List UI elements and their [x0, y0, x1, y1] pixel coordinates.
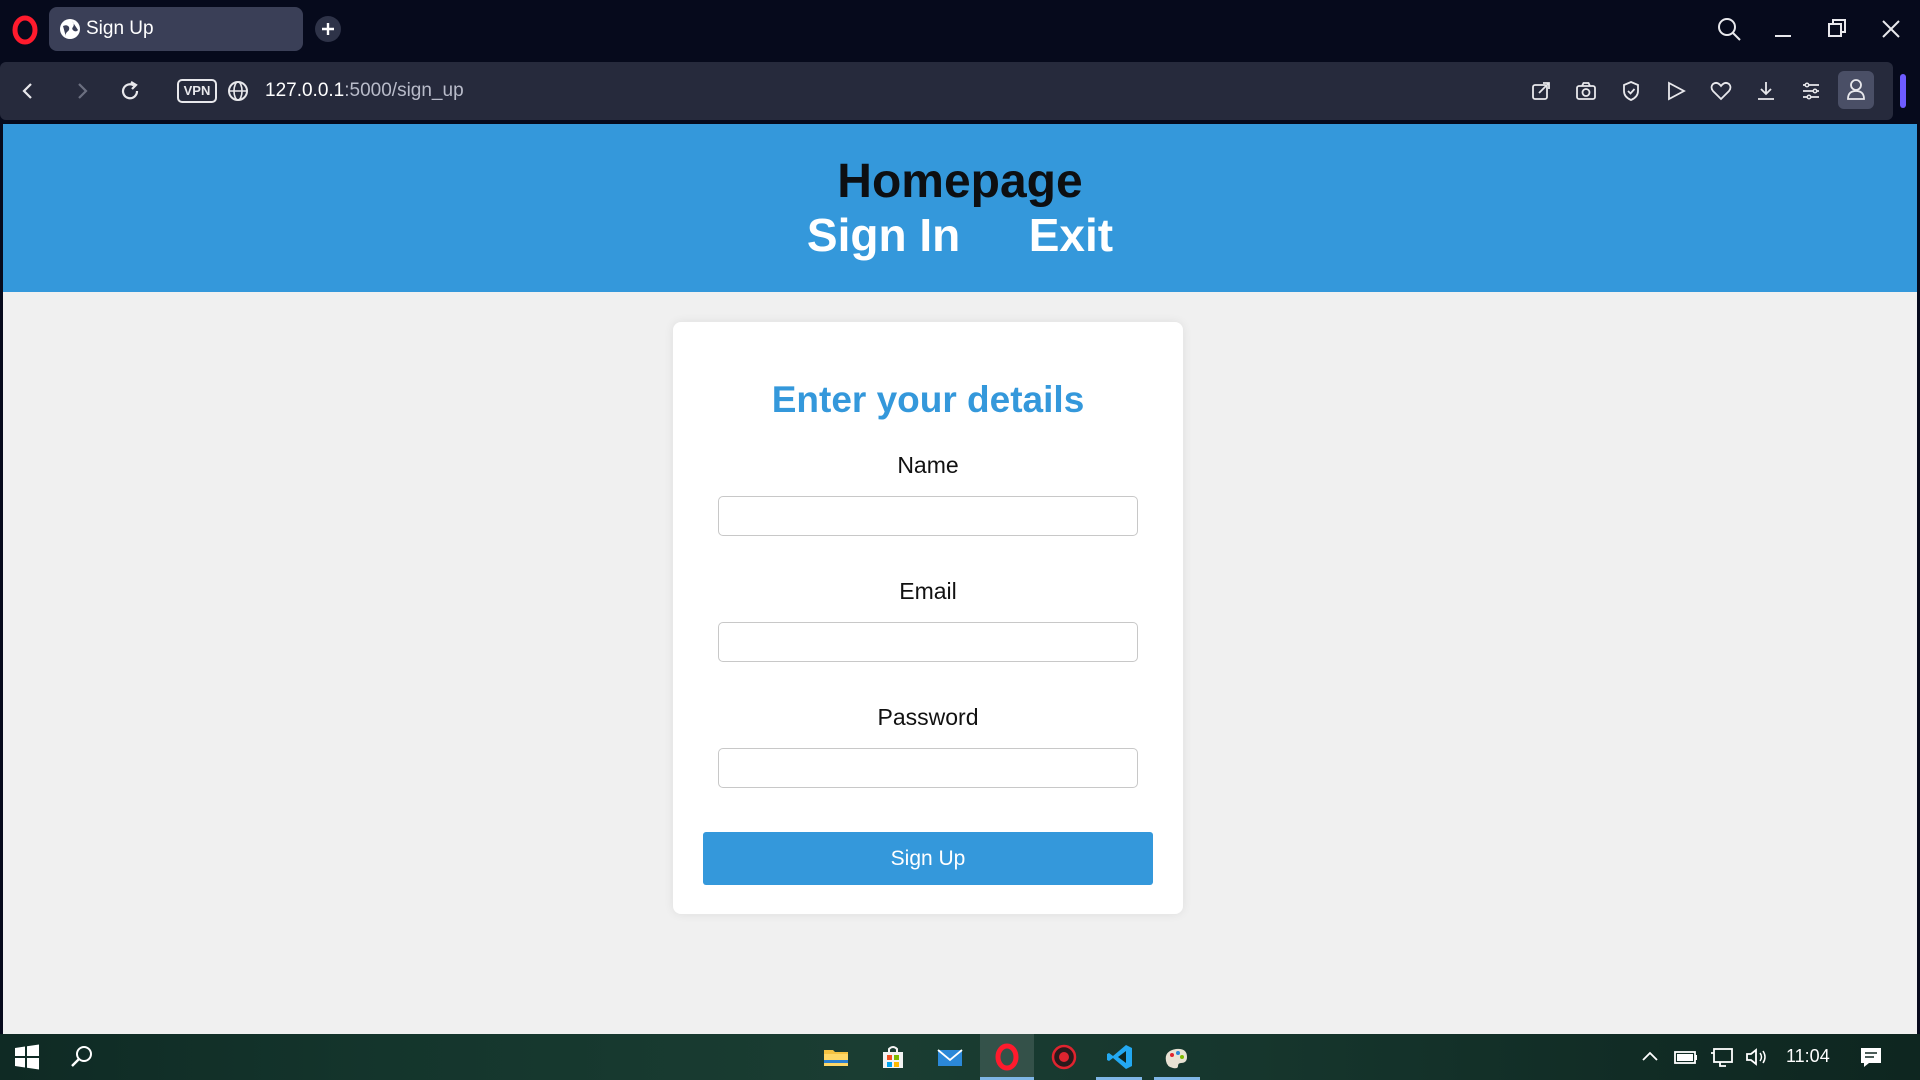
- browser-tab-strip: Sign Up: [0, 0, 1920, 60]
- globe-favicon-icon: [60, 19, 80, 39]
- email-label: Email: [899, 578, 957, 604]
- page-viewport: Homepage Sign In Exit Enter your details…: [3, 124, 1917, 1034]
- form-title: Enter your details: [771, 379, 1085, 420]
- search-icon[interactable]: [66, 1041, 98, 1073]
- forward-icon[interactable]: [69, 78, 95, 104]
- site-header: Homepage Sign In Exit: [3, 124, 1917, 292]
- mail-icon[interactable]: [934, 1041, 966, 1073]
- user-profile-icon: [1847, 79, 1865, 100]
- minimize-window-icon[interactable]: [1768, 14, 1798, 44]
- tab-title: Sign Up: [86, 18, 154, 39]
- name-input[interactable]: [718, 496, 1138, 536]
- opera-logo-icon[interactable]: [10, 15, 40, 45]
- microsoft-store-icon[interactable]: [877, 1041, 909, 1073]
- reload-icon[interactable]: [117, 78, 143, 104]
- site-info-globe-icon[interactable]: [225, 78, 251, 104]
- battery-icon[interactable]: [1670, 1041, 1702, 1073]
- file-explorer-icon[interactable]: [820, 1041, 852, 1073]
- vscode-icon[interactable]: [1104, 1041, 1136, 1073]
- address-bar: VPN 127.0.0.1:5000/sign_up: [0, 62, 1893, 120]
- url-path: :5000/sign_up: [344, 80, 464, 101]
- volume-icon[interactable]: [1741, 1041, 1773, 1073]
- page-title: Homepage: [837, 155, 1083, 208]
- profile-button[interactable]: [1838, 71, 1874, 109]
- close-window-icon[interactable]: [1876, 14, 1906, 44]
- network-icon[interactable]: [1706, 1041, 1738, 1073]
- nav-sign-in-link[interactable]: Sign In: [807, 208, 960, 262]
- taskbar-clock[interactable]: 11:04: [1786, 1046, 1830, 1067]
- signup-form-card: Enter your details Name Email Password S…: [673, 322, 1183, 914]
- site-nav: Sign In Exit: [3, 208, 1917, 262]
- flow-send-icon[interactable]: [1663, 78, 1689, 104]
- search-tabs-icon[interactable]: [1714, 14, 1744, 44]
- windows-start-icon[interactable]: [11, 1041, 43, 1073]
- vpn-badge[interactable]: VPN: [177, 79, 217, 103]
- ad-blocker-shield-icon[interactable]: [1618, 78, 1644, 104]
- nav-exit-link[interactable]: Exit: [1029, 208, 1113, 262]
- password-input[interactable]: [718, 748, 1138, 788]
- share-icon[interactable]: [1528, 78, 1554, 104]
- windows-taskbar: 11:04: [0, 1034, 1920, 1080]
- new-tab-button[interactable]: [315, 16, 341, 42]
- opera-icon[interactable]: [991, 1041, 1023, 1073]
- downloads-icon[interactable]: [1753, 78, 1779, 104]
- notifications-icon[interactable]: [1855, 1041, 1887, 1073]
- name-label: Name: [897, 452, 959, 478]
- paint-icon[interactable]: [1160, 1041, 1192, 1073]
- chevron-up-icon[interactable]: [1634, 1041, 1666, 1073]
- url-host: 127.0.0.1: [265, 80, 345, 101]
- email-input[interactable]: [718, 622, 1138, 662]
- restore-window-icon[interactable]: [1822, 14, 1852, 44]
- recorder-icon[interactable]: [1048, 1041, 1080, 1073]
- sign-up-button[interactable]: Sign Up: [703, 832, 1153, 885]
- sidebar-toggle[interactable]: [1900, 74, 1906, 108]
- password-label: Password: [877, 704, 979, 730]
- snapshot-camera-icon[interactable]: [1573, 78, 1599, 104]
- url-field[interactable]: 127.0.0.1:5000/sign_up: [265, 80, 464, 102]
- plus-icon: [322, 23, 334, 35]
- bookmarks-heart-icon[interactable]: [1708, 78, 1734, 104]
- tab-sign-up[interactable]: Sign Up: [49, 7, 303, 51]
- easy-setup-menu-icon[interactable]: [1798, 78, 1824, 104]
- back-icon[interactable]: [15, 78, 41, 104]
